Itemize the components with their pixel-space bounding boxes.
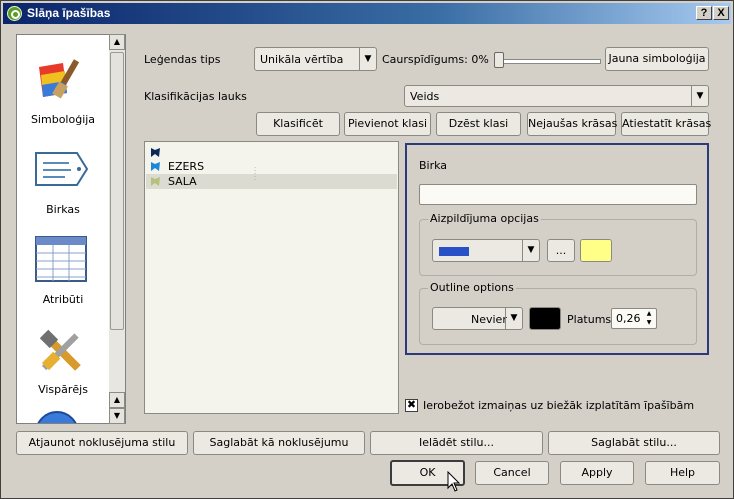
apply-button[interactable]: Apply	[560, 461, 634, 485]
fill-style-swatch	[439, 246, 469, 256]
partial-globe-icon[interactable]	[35, 411, 79, 423]
sidebar-item-symbology[interactable]: Simboloģija	[17, 53, 109, 133]
symbol-properties-panel: Birka Aizpildījuma opcijas ▼ ... Outline…	[405, 143, 709, 355]
transparency-label: Caurspīdīgums: 0%	[382, 53, 489, 66]
legend-type-combo[interactable]: Unikāla vērtība ▼	[254, 47, 377, 71]
restrict-checkbox[interactable]: ✖	[405, 399, 418, 412]
list-item[interactable]	[146, 145, 397, 160]
class-symbol-icon	[151, 148, 160, 157]
sidebar-item-attributes[interactable]: Atribūti	[17, 233, 109, 313]
scroll-thumb[interactable]	[110, 52, 124, 330]
chevron-down-icon: ▼	[505, 308, 522, 329]
label-tag-icon	[35, 152, 89, 186]
outline-options-group: Outline options Nevier ▼ Platums 0,26 ▲ …	[419, 281, 697, 345]
sidebar-item-label: Birkas	[46, 203, 80, 216]
legend-type-value: Unikāla vērtība	[260, 53, 344, 66]
label-input[interactable]	[419, 184, 697, 205]
class-label: SALA	[168, 175, 197, 188]
layer-properties-dialog: Slāņa īpašības ? X Simboloģija Birkas At…	[0, 0, 734, 499]
tools-icon	[39, 329, 81, 371]
scroll-up-button[interactable]: ▲	[109, 34, 125, 50]
help-title-button[interactable]: ?	[696, 6, 712, 20]
scroll-up-lower-button[interactable]: ▲	[109, 392, 125, 408]
outline-style-value: Nevier	[471, 313, 507, 326]
title-bar: Slāņa īpašības ? X	[3, 3, 731, 24]
new-symbology-button[interactable]: Jauna simboloģija	[605, 47, 709, 71]
width-label: Platums	[567, 313, 612, 326]
fill-options-title: Aizpildījuma opcijas	[428, 212, 541, 225]
close-button[interactable]: X	[713, 6, 729, 20]
outline-color-button[interactable]	[529, 307, 561, 330]
width-value: 0,26	[616, 312, 641, 325]
random-colors-button[interactable]: Nejaušas krāsas	[527, 112, 617, 136]
reset-colors-button[interactable]: Atiestatīt krāsas	[621, 112, 711, 136]
restore-default-style-button[interactable]: Atjaunot noklusējuma stilu	[16, 431, 188, 455]
load-style-button[interactable]: Ielādēt stilu...	[370, 431, 543, 455]
window-title: Slāņa īpašības	[27, 6, 111, 20]
save-as-default-button[interactable]: Saglabāt kā noklusējumu	[193, 431, 365, 455]
add-class-button[interactable]: Pievienot klasi	[344, 112, 431, 136]
chevron-down-icon: ▼	[359, 48, 376, 70]
scroll-down-button[interactable]: ▼	[109, 408, 125, 424]
class-list[interactable]: EZERS SALA · · · · ·	[144, 141, 399, 414]
table-icon	[35, 236, 87, 282]
chevron-down-icon: ▼	[522, 240, 539, 261]
delete-class-button[interactable]: Dzēst klasi	[436, 112, 521, 136]
classification-field-combo[interactable]: Veids ▼	[404, 85, 709, 107]
fill-style-combo[interactable]: ▼	[432, 239, 540, 262]
spin-up-icon[interactable]: ▲	[643, 310, 655, 318]
label-title: Birka	[419, 159, 448, 172]
fill-more-button[interactable]: ...	[547, 239, 575, 262]
class-symbol-icon	[151, 177, 160, 186]
legend-type-label: Leģendas tips	[144, 53, 221, 66]
classification-field-label: Klasifikācijas lauks	[144, 90, 247, 103]
qgis-app-icon	[7, 6, 22, 21]
list-item[interactable]: EZERS	[146, 159, 397, 174]
fill-color-button[interactable]	[580, 239, 612, 262]
transparency-slider-handle[interactable]	[494, 52, 504, 68]
cancel-button[interactable]: Cancel	[475, 461, 549, 485]
mouse-cursor-icon	[447, 471, 461, 492]
list-item-selected[interactable]: SALA	[146, 174, 397, 189]
spin-down-icon[interactable]: ▼	[643, 319, 655, 327]
classification-field-value: Veids	[410, 90, 440, 103]
sidebar-item-general[interactable]: Vispārējs	[17, 323, 109, 403]
classify-button[interactable]: Klasificēt	[256, 112, 340, 136]
width-spinbox[interactable]: 0,26 ▲ ▼	[611, 308, 657, 329]
fill-options-group: Aizpildījuma opcijas ▼ ...	[419, 212, 697, 276]
splitter-handle[interactable]: · · · · ·	[254, 165, 264, 185]
class-symbol-icon	[151, 162, 160, 171]
paintbrush-icon	[39, 59, 80, 99]
transparency-slider-track[interactable]	[495, 59, 601, 64]
outline-style-combo[interactable]: Nevier ▼	[432, 307, 523, 330]
chevron-down-icon: ▼	[691, 86, 708, 106]
class-label: EZERS	[168, 160, 205, 173]
sidebar-item-label: Vispārējs	[38, 383, 88, 396]
outline-options-title: Outline options	[428, 281, 516, 294]
help-button[interactable]: Help	[645, 461, 720, 485]
sidebar-scrollbar[interactable]: ▲ ▲ ▼	[109, 34, 125, 424]
sidebar-item-labels[interactable]: Birkas	[17, 143, 109, 223]
sidebar-item-label: Atribūti	[42, 293, 84, 306]
sidebar-item-label: Simboloģija	[30, 113, 96, 126]
save-style-button[interactable]: Saglabāt stilu...	[548, 431, 720, 455]
restrict-checkbox-label: Ierobežot izmaiņas uz biežāk izplatītām …	[423, 399, 695, 412]
